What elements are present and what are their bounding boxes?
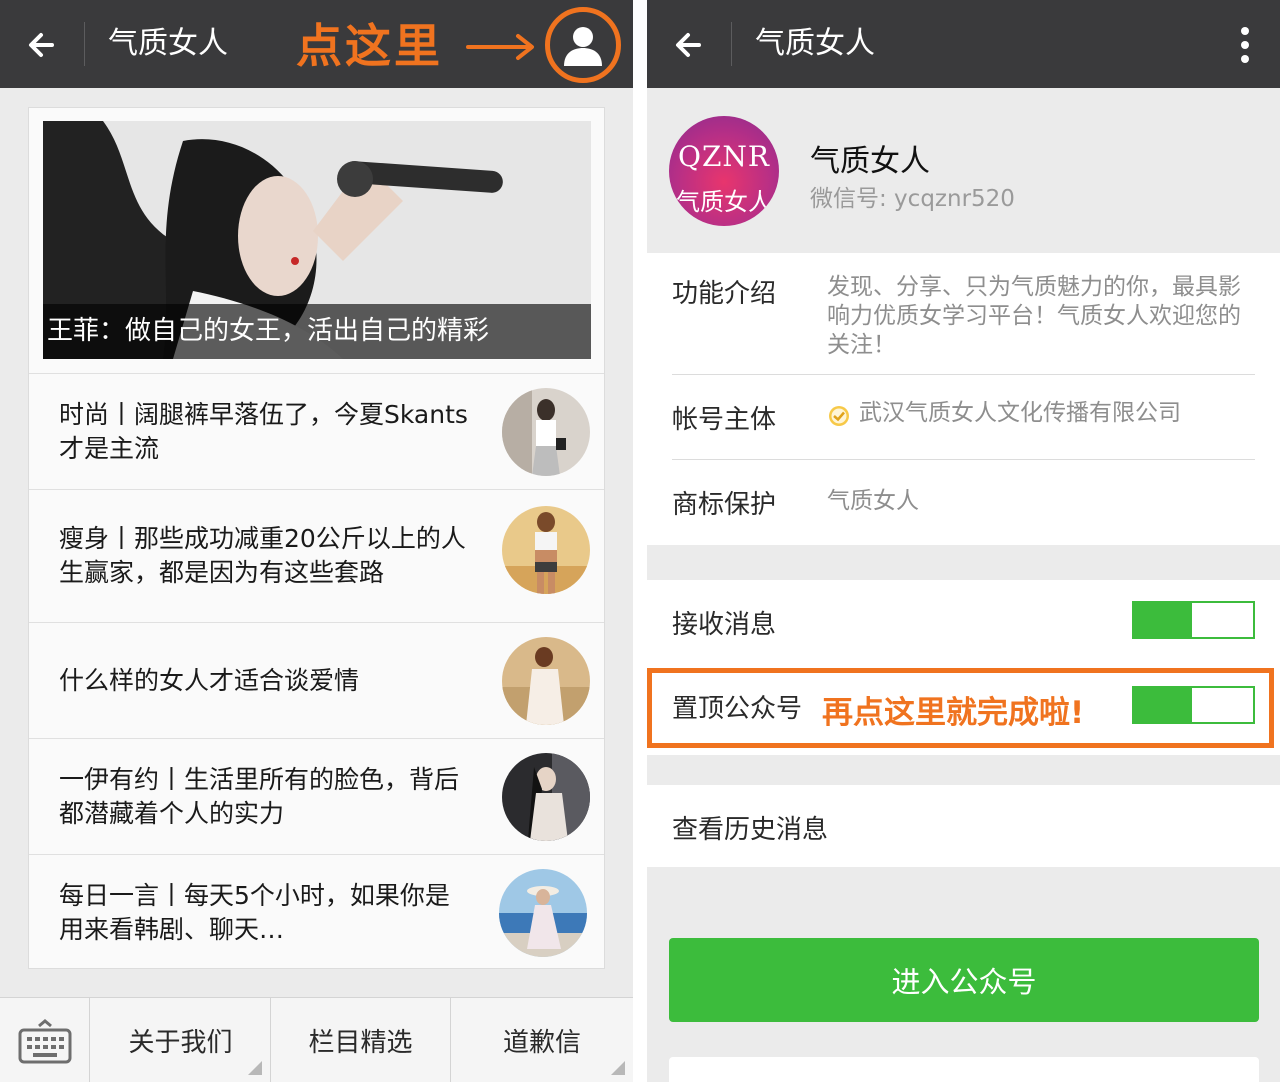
- bottom-panel: [669, 1057, 1259, 1082]
- right-screen: 气质女人 QZNR 气质女人 气质女人 微信号: ycqznr520 功能介绍 …: [647, 0, 1280, 1082]
- account-name: 气质女人: [810, 144, 930, 179]
- wechat-id: 微信号: ycqznr520: [810, 186, 1015, 212]
- profile-button[interactable]: [545, 7, 621, 83]
- article-title: 时尚丨阔腿裤早落伍了，今夏Skants才是主流: [59, 399, 468, 463]
- article-item[interactable]: 一伊有约丨生活里所有的脸色，背后都潜藏着个人的实力: [29, 738, 604, 854]
- top-bar: 气质女人 点这里: [0, 0, 633, 88]
- article-card: 王菲：做自己的女王，活出自己的精彩 时尚丨阔腿裤早落伍了，今夏Skants才是主…: [28, 107, 605, 969]
- article-thumbnail: [502, 637, 590, 725]
- menu-label: 道歉信: [502, 1028, 581, 1058]
- more-options-icon[interactable]: [1240, 26, 1250, 64]
- info-row-entity[interactable]: 帐号主体 武汉气质女人文化传播有限公司: [672, 375, 1255, 460]
- history-messages-row[interactable]: 查看历史消息: [647, 785, 1280, 867]
- info-row-trademark: 商标保护 气质女人: [672, 460, 1255, 545]
- info-label: 帐号主体: [672, 405, 777, 435]
- logo-chinese-text: 气质女人: [676, 188, 772, 216]
- pin-account-label: 置顶公众号: [672, 694, 803, 724]
- article-thumbnail: [502, 753, 590, 841]
- menu-column-selection[interactable]: 栏目精选: [271, 998, 451, 1082]
- info-value: 气质女人: [827, 488, 919, 514]
- menu-about-us[interactable]: 关于我们: [91, 998, 271, 1082]
- info-label: 功能介绍: [672, 279, 777, 309]
- verified-check-icon: [829, 406, 849, 426]
- top-bar: 气质女人: [647, 0, 1280, 88]
- article-item[interactable]: 每日一言丨每天5个小时，如果你是用来看韩剧、聊天…: [29, 854, 604, 970]
- article-title: 每日一言丨每天5个小时，如果你是用来看韩剧、聊天…: [59, 880, 450, 944]
- submenu-indicator-icon: [248, 1061, 262, 1075]
- left-screen: 气质女人 点这里 王菲：做自己的女王，活出自己的精彩 时尚丨阔腿裤早落伍了，今夏…: [0, 0, 633, 1082]
- article-thumbnail: [499, 869, 587, 957]
- page-title: 气质女人: [755, 26, 875, 61]
- back-arrow-icon[interactable]: [22, 24, 64, 66]
- annotation-finish-text: 再点这里就完成啦!: [822, 695, 1085, 731]
- keyboard-icon: [18, 1019, 72, 1064]
- article-title: 瘦身丨那些成功减重20公斤以上的人生赢家，都是因为有这些套路: [59, 524, 466, 587]
- page-title: 气质女人: [108, 26, 228, 61]
- annotation-click-here: 点这里: [296, 19, 443, 73]
- article-thumbnail: [502, 506, 590, 594]
- info-row-intro: 功能介绍 发现、分享、只为气质魅力的你，最具影响力优质女学习平台！气质女人欢迎您…: [672, 253, 1255, 375]
- article-thumbnail: [502, 388, 590, 476]
- menu-apology-letter[interactable]: 道歉信: [451, 998, 633, 1082]
- menu-label: 关于我们: [128, 1028, 233, 1058]
- receive-messages-switch[interactable]: [1132, 601, 1255, 639]
- account-info-section: 功能介绍 发现、分享、只为气质魅力的你，最具影响力优质女学习平台！气质女人欢迎您…: [647, 253, 1280, 545]
- article-item[interactable]: 什么样的女人才适合谈爱情: [29, 622, 604, 738]
- pin-account-switch[interactable]: [1132, 686, 1255, 724]
- cover-caption: 王菲：做自己的女王，活出自己的精彩: [43, 304, 591, 359]
- logo-text: QZNR: [678, 140, 770, 173]
- info-value: 发现、分享、只为气质魅力的你，最具影响力优质女学习平台！气质女人欢迎您的关注！: [827, 274, 1241, 358]
- submenu-indicator-icon: [611, 1061, 625, 1075]
- annotation-arrow-icon: [466, 34, 534, 60]
- bottom-menu-bar: 关于我们 栏目精选 道歉信: [0, 997, 633, 1082]
- keyboard-toggle[interactable]: [0, 998, 90, 1082]
- history-label: 查看历史消息: [672, 815, 829, 845]
- article-item[interactable]: 时尚丨阔腿裤早落伍了，今夏Skants才是主流: [29, 373, 604, 489]
- cover-article[interactable]: 王菲：做自己的女王，活出自己的精彩: [43, 121, 591, 359]
- title-divider: [731, 22, 732, 66]
- receive-messages-label: 接收消息: [672, 610, 777, 640]
- article-title: 什么样的女人才适合谈爱情: [59, 665, 360, 695]
- info-value: 武汉气质女人文化传播有限公司: [859, 400, 1181, 426]
- article-title: 一伊有约丨生活里所有的脸色，背后都潜藏着个人的实力: [59, 764, 460, 828]
- title-divider: [84, 22, 85, 66]
- back-arrow-icon[interactable]: [669, 24, 711, 66]
- enter-account-button[interactable]: 进入公众号: [669, 938, 1259, 1022]
- menu-label: 栏目精选: [308, 1028, 413, 1058]
- account-logo: QZNR 气质女人: [669, 116, 779, 226]
- info-label: 商标保护: [672, 490, 777, 520]
- person-icon: [564, 27, 602, 66]
- account-profile: QZNR 气质女人 气质女人 微信号: ycqznr520: [647, 88, 1280, 253]
- settings-section: 接收消息 再点这里就完成啦! 置顶公众号: [647, 580, 1280, 755]
- article-item[interactable]: 瘦身丨那些成功减重20公斤以上的人生赢家，都是因为有这些套路: [29, 489, 604, 622]
